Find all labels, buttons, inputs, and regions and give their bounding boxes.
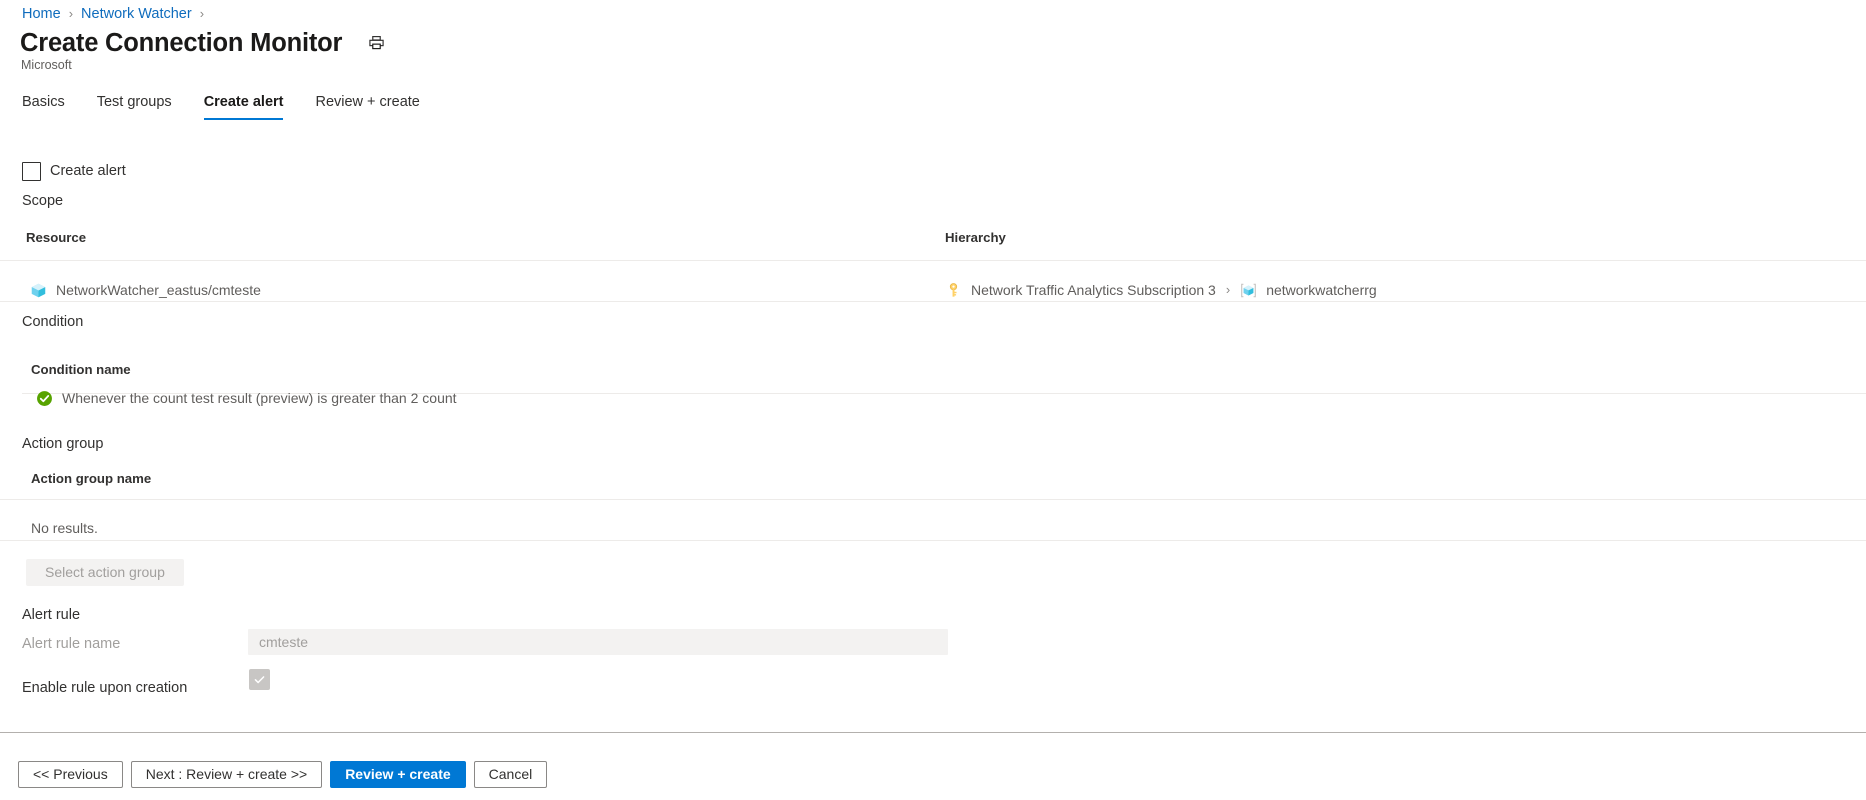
breadcrumb-separator-icon: › xyxy=(68,6,74,21)
previous-button[interactable]: << Previous xyxy=(18,761,123,788)
page-header: Create Connection Monitor xyxy=(20,28,388,58)
select-action-group-button[interactable]: Select action group xyxy=(26,559,184,586)
page-subtitle: Microsoft xyxy=(21,58,72,72)
breadcrumb: Home › Network Watcher › xyxy=(22,4,212,24)
create-alert-label: Create alert xyxy=(50,163,126,179)
resource-cube-icon xyxy=(30,282,47,299)
wizard-tabs: Basics Test groups Create alert Review +… xyxy=(22,88,452,120)
action-group-divider-bottom xyxy=(0,540,1866,541)
scope-heading: Scope xyxy=(22,193,64,209)
condition-heading: Condition xyxy=(22,314,84,330)
create-alert-checkbox[interactable] xyxy=(22,161,41,181)
enable-rule-label: Enable rule upon creation xyxy=(22,680,188,696)
column-header-resource: Resource xyxy=(26,230,87,245)
column-header-condition-name: Condition name xyxy=(31,362,131,377)
tab-test-groups[interactable]: Test groups xyxy=(97,92,172,120)
condition-row: Whenever the count test result (preview)… xyxy=(36,388,457,408)
footer-actions: << Previous Next : Review + create >> Re… xyxy=(18,761,555,788)
printer-icon[interactable] xyxy=(364,31,388,55)
column-header-hierarchy: Hierarchy xyxy=(945,230,1006,245)
scope-table-divider-top xyxy=(0,260,1866,261)
tab-create-alert[interactable]: Create alert xyxy=(203,92,283,120)
scope-subscription-name: Network Traffic Analytics Subscription 3 xyxy=(971,282,1216,298)
breadcrumb-item-network-watcher[interactable]: Network Watcher xyxy=(81,4,192,24)
alert-rule-name-input[interactable] xyxy=(248,629,948,655)
scope-resource-cell: NetworkWatcher_eastus/cmteste xyxy=(30,280,261,300)
scope-table-divider-bottom xyxy=(0,301,1866,302)
scope-hierarchy-cell: Network Traffic Analytics Subscription 3… xyxy=(945,280,1377,300)
action-group-divider-top xyxy=(0,499,1866,500)
enable-rule-checkbox[interactable] xyxy=(249,669,270,690)
breadcrumb-item-home[interactable]: Home xyxy=(22,4,61,24)
page-title: Create Connection Monitor xyxy=(20,29,343,57)
create-alert-checkbox-row[interactable]: Create alert xyxy=(22,161,126,181)
hierarchy-separator-icon: › xyxy=(1225,282,1231,297)
action-group-heading: Action group xyxy=(22,436,104,452)
footer-divider xyxy=(0,732,1866,733)
scope-resource-name: NetworkWatcher_eastus/cmteste xyxy=(56,282,261,298)
scope-resource-group-name: networkwatcherrg xyxy=(1266,282,1377,298)
breadcrumb-trailing-separator-icon: › xyxy=(199,6,205,21)
tab-review-create[interactable]: Review + create xyxy=(315,92,419,120)
key-icon xyxy=(945,282,962,299)
check-circle-icon xyxy=(36,390,53,407)
review-create-button[interactable]: Review + create xyxy=(330,761,466,788)
resource-group-icon xyxy=(1240,282,1257,299)
action-group-empty-text: No results. xyxy=(31,520,98,536)
condition-text: Whenever the count test result (preview)… xyxy=(62,390,457,406)
column-header-action-group-name: Action group name xyxy=(31,471,152,486)
alert-rule-heading: Alert rule xyxy=(22,607,81,623)
tab-basics[interactable]: Basics xyxy=(22,92,65,120)
alert-rule-name-label: Alert rule name xyxy=(22,636,121,652)
cancel-button[interactable]: Cancel xyxy=(473,761,548,788)
next-review-create-button[interactable]: Next : Review + create >> xyxy=(130,761,323,788)
